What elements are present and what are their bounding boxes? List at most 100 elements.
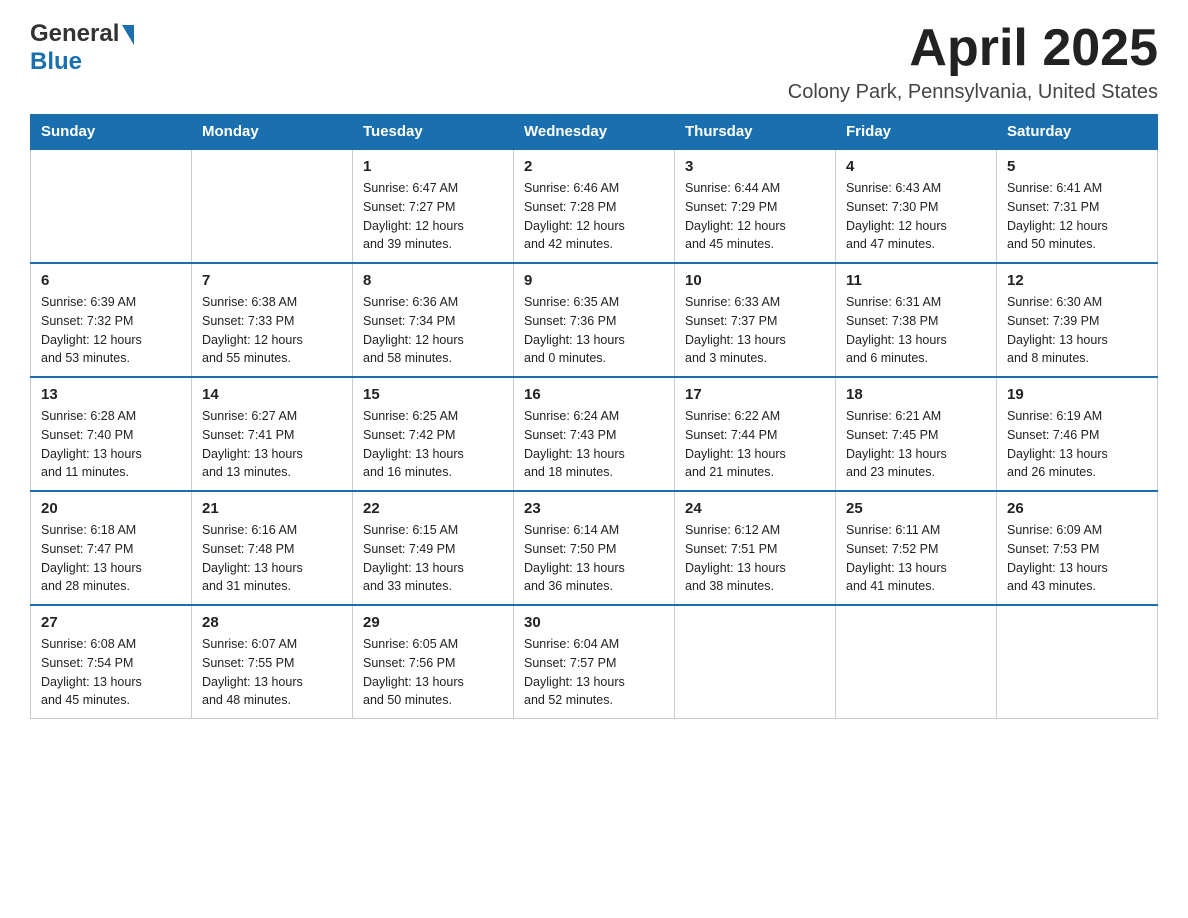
day-info: Sunrise: 6:15 AMSunset: 7:49 PMDaylight:… <box>363 521 503 596</box>
day-cell: 16 Sunrise: 6:24 AMSunset: 7:43 PMDayligh… <box>514 377 675 491</box>
col-header-thursday: Thursday <box>675 115 836 150</box>
day-cell: 30 Sunrise: 6:04 AMSunset: 7:57 PMDayligh… <box>514 605 675 719</box>
week-row-3: 13 Sunrise: 6:28 AMSunset: 7:40 PMDayligh… <box>31 377 1158 491</box>
day-cell: 14 Sunrise: 6:27 AMSunset: 7:41 PMDayligh… <box>192 377 353 491</box>
day-cell: 11 Sunrise: 6:31 AMSunset: 7:38 PMDayligh… <box>836 263 997 377</box>
day-cell: 20 Sunrise: 6:18 AMSunset: 7:47 PMDayligh… <box>31 491 192 605</box>
day-info: Sunrise: 6:04 AMSunset: 7:57 PMDaylight:… <box>524 635 664 710</box>
day-number: 30 <box>524 614 664 631</box>
logo-general-text: General <box>30 20 119 48</box>
day-number: 18 <box>846 386 986 403</box>
day-number: 23 <box>524 500 664 517</box>
day-number: 29 <box>363 614 503 631</box>
day-info: Sunrise: 6:24 AMSunset: 7:43 PMDaylight:… <box>524 407 664 482</box>
day-info: Sunrise: 6:35 AMSunset: 7:36 PMDaylight:… <box>524 293 664 368</box>
week-row-5: 27Sunrise: 6:08 AMSunset: 7:54 PMDayligh… <box>31 605 1158 719</box>
day-number: 21 <box>202 500 342 517</box>
week-row-4: 20 Sunrise: 6:18 AMSunset: 7:47 PMDayligh… <box>31 491 1158 605</box>
day-number: 4 <box>846 158 986 175</box>
logo-arrow-icon <box>122 25 134 45</box>
col-header-sunday: Sunday <box>31 115 192 150</box>
day-number: 28 <box>202 614 342 631</box>
day-number: 11 <box>846 272 986 289</box>
day-number: 6 <box>41 272 181 289</box>
day-info: Sunrise: 6:18 AMSunset: 7:47 PMDaylight:… <box>41 521 181 596</box>
day-info: Sunrise: 6:22 AMSunset: 7:44 PMDaylight:… <box>685 407 825 482</box>
day-number: 2 <box>524 158 664 175</box>
day-number: 5 <box>1007 158 1147 175</box>
logo-blue-text: Blue <box>30 48 82 76</box>
day-info: Sunrise: 6:33 AMSunset: 7:37 PMDaylight:… <box>685 293 825 368</box>
day-cell: 22 Sunrise: 6:15 AMSunset: 7:49 PMDayligh… <box>353 491 514 605</box>
day-number: 1 <box>363 158 503 175</box>
day-number: 10 <box>685 272 825 289</box>
day-info: Sunrise: 6:21 AMSunset: 7:45 PMDaylight:… <box>846 407 986 482</box>
day-cell: 19 Sunrise: 6:19 AMSunset: 7:46 PMDayligh… <box>997 377 1158 491</box>
day-info: Sunrise: 6:31 AMSunset: 7:38 PMDaylight:… <box>846 293 986 368</box>
day-number: 8 <box>363 272 503 289</box>
day-info: Sunrise: 6:11 AMSunset: 7:52 PMDaylight:… <box>846 521 986 596</box>
day-cell: 27Sunrise: 6:08 AMSunset: 7:54 PMDayligh… <box>31 605 192 719</box>
day-number: 19 <box>1007 386 1147 403</box>
day-cell: 8 Sunrise: 6:36 AMSunset: 7:34 PMDaylight… <box>353 263 514 377</box>
day-info: Sunrise: 6:46 AMSunset: 7:28 PMDaylight:… <box>524 179 664 254</box>
day-info: Sunrise: 6:25 AMSunset: 7:42 PMDaylight:… <box>363 407 503 482</box>
day-info: Sunrise: 6:41 AMSunset: 7:31 PMDaylight:… <box>1007 179 1147 254</box>
day-info: Sunrise: 6:44 AMSunset: 7:29 PMDaylight:… <box>685 179 825 254</box>
day-number: 9 <box>524 272 664 289</box>
day-info: Sunrise: 6:16 AMSunset: 7:48 PMDaylight:… <box>202 521 342 596</box>
month-title: April 2025 <box>788 20 1158 77</box>
day-info: Sunrise: 6:30 AMSunset: 7:39 PMDaylight:… <box>1007 293 1147 368</box>
week-row-1: 1Sunrise: 6:47 AMSunset: 7:27 PMDaylight… <box>31 149 1158 263</box>
day-cell: 15Sunrise: 6:25 AMSunset: 7:42 PMDayligh… <box>353 377 514 491</box>
day-number: 13 <box>41 386 181 403</box>
day-cell: 7Sunrise: 6:38 AMSunset: 7:33 PMDaylight… <box>192 263 353 377</box>
day-info: Sunrise: 6:05 AMSunset: 7:56 PMDaylight:… <box>363 635 503 710</box>
day-cell <box>997 605 1158 719</box>
day-info: Sunrise: 6:12 AMSunset: 7:51 PMDaylight:… <box>685 521 825 596</box>
day-cell: 2 Sunrise: 6:46 AMSunset: 7:28 PMDaylight… <box>514 149 675 263</box>
day-cell: 17 Sunrise: 6:22 AMSunset: 7:44 PMDayligh… <box>675 377 836 491</box>
day-cell <box>836 605 997 719</box>
logo: General Blue <box>30 20 134 76</box>
day-number: 3 <box>685 158 825 175</box>
day-cell <box>192 149 353 263</box>
day-number: 20 <box>41 500 181 517</box>
day-cell: 29 Sunrise: 6:05 AMSunset: 7:56 PMDayligh… <box>353 605 514 719</box>
day-cell: 12 Sunrise: 6:30 AMSunset: 7:39 PMDayligh… <box>997 263 1158 377</box>
day-cell: 4 Sunrise: 6:43 AMSunset: 7:30 PMDaylight… <box>836 149 997 263</box>
day-number: 25 <box>846 500 986 517</box>
day-number: 17 <box>685 386 825 403</box>
day-cell: 25 Sunrise: 6:11 AMSunset: 7:52 PMDayligh… <box>836 491 997 605</box>
day-info: Sunrise: 6:27 AMSunset: 7:41 PMDaylight:… <box>202 407 342 482</box>
day-number: 16 <box>524 386 664 403</box>
day-cell: 1Sunrise: 6:47 AMSunset: 7:27 PMDaylight… <box>353 149 514 263</box>
day-info: Sunrise: 6:36 AMSunset: 7:34 PMDaylight:… <box>363 293 503 368</box>
day-cell: 5 Sunrise: 6:41 AMSunset: 7:31 PMDaylight… <box>997 149 1158 263</box>
day-info: Sunrise: 6:14 AMSunset: 7:50 PMDaylight:… <box>524 521 664 596</box>
day-info: Sunrise: 6:39 AMSunset: 7:32 PMDaylight:… <box>41 293 181 368</box>
day-cell <box>675 605 836 719</box>
day-number: 26 <box>1007 500 1147 517</box>
day-cell <box>31 149 192 263</box>
day-cell: 6 Sunrise: 6:39 AMSunset: 7:32 PMDaylight… <box>31 263 192 377</box>
day-info: Sunrise: 6:28 AMSunset: 7:40 PMDaylight:… <box>41 407 181 482</box>
day-info: Sunrise: 6:19 AMSunset: 7:46 PMDaylight:… <box>1007 407 1147 482</box>
day-info: Sunrise: 6:38 AMSunset: 7:33 PMDaylight:… <box>202 293 342 368</box>
day-cell: 24 Sunrise: 6:12 AMSunset: 7:51 PMDayligh… <box>675 491 836 605</box>
day-number: 14 <box>202 386 342 403</box>
col-header-saturday: Saturday <box>997 115 1158 150</box>
calendar-table: SundayMondayTuesdayWednesdayThursdayFrid… <box>30 114 1158 719</box>
day-number: 22 <box>363 500 503 517</box>
day-info: Sunrise: 6:07 AMSunset: 7:55 PMDaylight:… <box>202 635 342 710</box>
day-number: 24 <box>685 500 825 517</box>
location-title: Colony Park, Pennsylvania, United States <box>788 81 1158 104</box>
day-cell: 21 Sunrise: 6:16 AMSunset: 7:48 PMDayligh… <box>192 491 353 605</box>
day-info: Sunrise: 6:43 AMSunset: 7:30 PMDaylight:… <box>846 179 986 254</box>
day-info: Sunrise: 6:09 AMSunset: 7:53 PMDaylight:… <box>1007 521 1147 596</box>
day-cell: 13 Sunrise: 6:28 AMSunset: 7:40 PMDayligh… <box>31 377 192 491</box>
day-cell: 10 Sunrise: 6:33 AMSunset: 7:37 PMDayligh… <box>675 263 836 377</box>
day-number: 12 <box>1007 272 1147 289</box>
day-cell: 18 Sunrise: 6:21 AMSunset: 7:45 PMDayligh… <box>836 377 997 491</box>
day-cell: 23 Sunrise: 6:14 AMSunset: 7:50 PMDayligh… <box>514 491 675 605</box>
